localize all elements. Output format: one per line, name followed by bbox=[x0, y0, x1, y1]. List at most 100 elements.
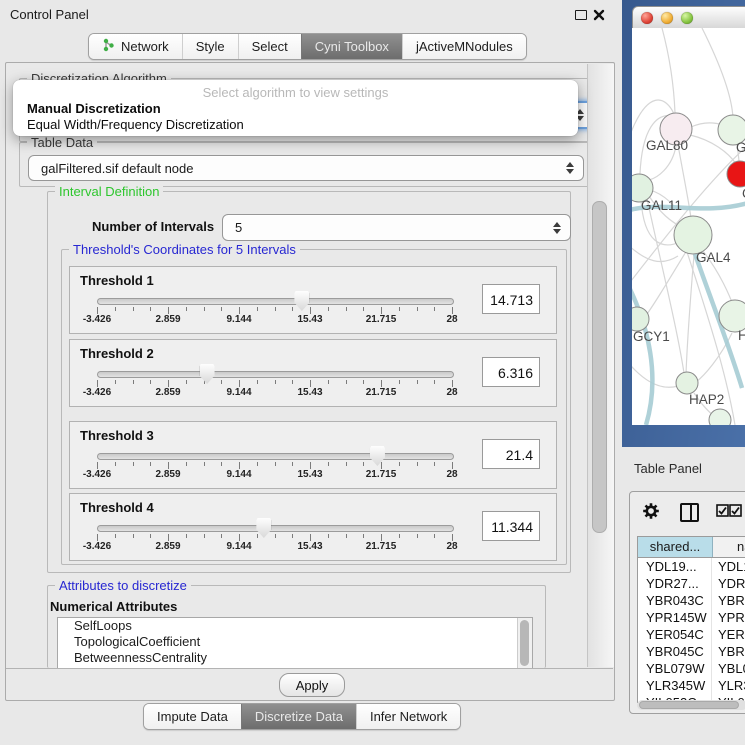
slider-track[interactable] bbox=[97, 298, 454, 305]
list-scrollbar-thumb[interactable] bbox=[520, 620, 529, 666]
table-column-header-shared[interactable]: shared... bbox=[638, 537, 713, 557]
table-column-header-na[interactable]: na bbox=[713, 537, 745, 557]
settings-scrollbar-thumb[interactable] bbox=[592, 201, 607, 533]
tab-impute-data[interactable]: Impute Data bbox=[144, 704, 241, 729]
threshold-4-value-field[interactable]: 11.344 bbox=[482, 511, 540, 541]
table-row[interactable]: YDR27...YDR2 bbox=[638, 575, 745, 592]
table-row[interactable]: YER054CYER0 bbox=[638, 626, 745, 643]
slider-tick bbox=[186, 307, 187, 311]
attributes-listbox[interactable]: SelfLoopsTopologicalCoefficientBetweenne… bbox=[57, 617, 533, 669]
threshold-1-slider-thumb[interactable] bbox=[294, 291, 309, 311]
network-edge bbox=[702, 28, 733, 118]
network-node[interactable] bbox=[709, 409, 731, 425]
tab-style[interactable]: Style bbox=[182, 34, 238, 59]
node-table[interactable]: shared...na YDL19...YDL1YDR27...YDR2YBR0… bbox=[637, 536, 745, 703]
table-row[interactable]: YBR043CYBR0 bbox=[638, 592, 745, 609]
checkbox-icon[interactable] bbox=[716, 504, 729, 522]
network-edge bbox=[632, 360, 678, 387]
slider-tick bbox=[328, 534, 329, 538]
table-row[interactable]: YBR045CYBR0 bbox=[638, 643, 745, 660]
attribute-list-item[interactable]: TopologicalCoefficient bbox=[58, 634, 532, 650]
attribute-list-item[interactable]: SelfLoops bbox=[58, 618, 532, 634]
minimize-traffic-light-icon[interactable] bbox=[661, 12, 673, 24]
apply-button[interactable]: Apply bbox=[279, 673, 345, 697]
threshold-4-slider-thumb[interactable] bbox=[256, 518, 271, 538]
slider-track[interactable] bbox=[97, 371, 454, 378]
tab-discretize-data[interactable]: Discretize Data bbox=[241, 704, 356, 729]
table-cell[interactable]: YBL0 bbox=[712, 660, 745, 677]
table-cell[interactable]: YDR27... bbox=[638, 575, 712, 592]
network-view-canvas[interactable]: GAL80GAGAL11CGAL4GCY1HHAP2 bbox=[632, 28, 745, 425]
table-hscrollbar-thumb[interactable] bbox=[639, 701, 739, 709]
slider-tick bbox=[115, 380, 116, 384]
dropdown-option-equal-width-frequency-discretization[interactable]: Equal Width/Frequency Discretization bbox=[16, 117, 575, 133]
table-header-row[interactable]: shared...na bbox=[638, 537, 745, 558]
table-cell[interactable]: YER054C bbox=[638, 626, 712, 643]
table-cell[interactable]: YPR1 bbox=[712, 609, 745, 626]
network-node[interactable] bbox=[727, 161, 745, 187]
table-cell[interactable]: YDL19... bbox=[638, 558, 712, 575]
list-scrollbar[interactable] bbox=[517, 618, 532, 668]
attribute-list-item[interactable]: BetweennessCentrality bbox=[58, 650, 532, 666]
slider-tick bbox=[221, 534, 222, 538]
slider-track[interactable] bbox=[97, 453, 454, 460]
table-row[interactable]: YDL19...YDL1 bbox=[638, 558, 745, 575]
table-cell[interactable]: YBR0 bbox=[712, 643, 745, 660]
cyni-toolbox-content: Discretization Algorithm Table Data galF… bbox=[5, 62, 615, 701]
table-data-combobox[interactable]: galFiltered.sif default node bbox=[28, 155, 584, 181]
network-window-titlebar[interactable] bbox=[632, 6, 745, 30]
dropdown-option-manual-discretization[interactable]: Manual Discretization bbox=[16, 101, 575, 117]
threshold-2-value-field[interactable]: 6.316 bbox=[482, 357, 540, 387]
slider-tick bbox=[133, 380, 134, 384]
checkbox-icon[interactable] bbox=[729, 504, 742, 522]
slider-tick bbox=[150, 380, 151, 384]
slider-tick-label: 2.859 bbox=[155, 469, 180, 480]
algorithm-dropdown-popup: Select algorithm to view settings Manual… bbox=[13, 80, 578, 136]
settings-gear-icon[interactable] bbox=[642, 502, 660, 525]
tab-label: jActiveMNodules bbox=[416, 39, 513, 54]
slider-tick bbox=[381, 534, 382, 541]
close-icon[interactable] bbox=[593, 8, 605, 26]
network-node[interactable] bbox=[676, 372, 698, 394]
network-node[interactable] bbox=[674, 216, 712, 254]
slider-track[interactable] bbox=[97, 525, 454, 532]
table-cell[interactable]: YLR3 bbox=[712, 677, 745, 694]
close-traffic-light-icon[interactable] bbox=[641, 12, 653, 24]
table-cell[interactable]: YDL1 bbox=[712, 558, 745, 575]
number-of-intervals-combobox[interactable]: 5 bbox=[222, 214, 571, 241]
table-row[interactable]: YLR345WYLR3 bbox=[638, 677, 745, 694]
table-row[interactable]: YPR145WYPR1 bbox=[638, 609, 745, 626]
table-row[interactable]: YBL079WYBL0 bbox=[638, 660, 745, 677]
table-cell[interactable]: YER0 bbox=[712, 626, 745, 643]
table-cell[interactable]: YBR045C bbox=[638, 643, 712, 660]
table-cell[interactable]: YBR043C bbox=[638, 592, 712, 609]
settings-scrollbar[interactable] bbox=[587, 64, 614, 667]
slider-tick bbox=[292, 380, 293, 384]
dropdown-placeholder: Select algorithm to view settings bbox=[13, 85, 578, 100]
network-node-label: H bbox=[738, 328, 745, 343]
tab-cyni-toolbox[interactable]: Cyni Toolbox bbox=[301, 34, 402, 59]
threshold-3-slider-thumb[interactable] bbox=[370, 446, 385, 466]
threshold-1-value-field[interactable]: 14.713 bbox=[482, 284, 540, 314]
float-window-icon[interactable] bbox=[575, 10, 587, 20]
tab-select[interactable]: Select bbox=[238, 34, 301, 59]
column-layout-icon[interactable] bbox=[680, 503, 699, 522]
table-cell[interactable]: YDR2 bbox=[712, 575, 745, 592]
table-cell[interactable]: YLR345W bbox=[638, 677, 712, 694]
tab-jactivemnodules[interactable]: jActiveMNodules bbox=[402, 34, 526, 59]
zoom-traffic-light-icon[interactable] bbox=[681, 12, 693, 24]
threshold-2-slider-thumb[interactable] bbox=[200, 364, 215, 384]
tab-network[interactable]: Network bbox=[89, 34, 182, 59]
network-node-label: GA bbox=[736, 140, 745, 155]
table-cell[interactable]: YBL079W bbox=[638, 660, 712, 677]
slider-tick bbox=[434, 307, 435, 311]
threshold-label: Threshold 2 bbox=[80, 346, 154, 361]
table-cell[interactable]: YPR145W bbox=[638, 609, 712, 626]
table-hscrollbar[interactable] bbox=[637, 700, 745, 710]
tab-infer-network[interactable]: Infer Network bbox=[356, 704, 460, 729]
table-panel-title: Table Panel bbox=[634, 461, 702, 476]
threshold-3-value-field[interactable]: 21.4 bbox=[482, 439, 540, 469]
slider-tick-label: 21.715 bbox=[366, 387, 397, 398]
table-cell[interactable]: YBR0 bbox=[712, 592, 745, 609]
slider-tick bbox=[417, 380, 418, 384]
